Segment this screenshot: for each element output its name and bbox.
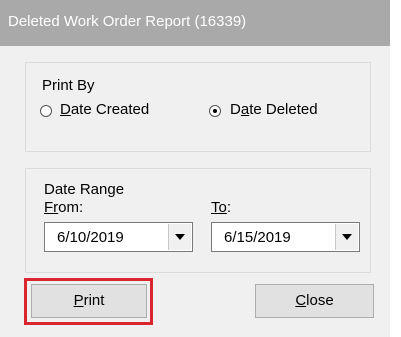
date-deleted-rest: te Deleted <box>249 101 318 118</box>
date-deleted-label[interactable]: Date Deleted <box>230 101 318 118</box>
to-rest: : <box>226 199 232 216</box>
dialog-body: Print By Date Created Date Deleted Date … <box>0 46 390 337</box>
to-accel-t: T <box>211 199 219 216</box>
close-rest: lose <box>306 292 334 309</box>
date-deleted-first: D <box>230 101 241 118</box>
date-created-accel: D <box>60 101 71 118</box>
to-date-value: 6/15/2019 <box>224 229 291 246</box>
from-accel-f: F <box>44 199 54 216</box>
date-deleted-radio[interactable] <box>209 105 221 117</box>
close-accel: C <box>295 292 307 309</box>
print-button[interactable]: Print <box>31 284 147 318</box>
print-rest: rint <box>83 292 105 309</box>
print-by-group: Print By Date Created Date Deleted <box>25 62 371 152</box>
date-created-radio[interactable] <box>40 105 52 117</box>
from-label: From: <box>44 199 83 216</box>
date-created-rest: ate Created <box>70 101 150 118</box>
date-created-label[interactable]: Date Created <box>60 101 149 118</box>
date-deleted-accel: a <box>240 101 250 118</box>
window-title: Deleted Work Order Report (16339) <box>8 13 247 30</box>
from-rest: om: <box>58 199 84 216</box>
to-date-select[interactable]: 6/15/2019 <box>211 222 360 252</box>
date-range-heading: Date Range <box>44 181 125 198</box>
to-dropdown-arrow-icon[interactable] <box>335 224 358 250</box>
close-button[interactable]: Close <box>255 284 374 318</box>
report-dialog: Deleted Work Order Report (16339) Print … <box>0 0 390 337</box>
to-accel-o: o <box>218 199 227 216</box>
date-range-group: Date Range From: To: 6/10/2019 6/15/2019 <box>25 168 371 273</box>
print-accel: P <box>73 292 84 309</box>
from-dropdown-arrow-icon[interactable] <box>168 224 191 250</box>
from-date-value: 6/10/2019 <box>57 229 124 246</box>
print-by-heading: Print By <box>42 77 95 94</box>
to-label: To: <box>211 199 231 216</box>
radio-selected-dot <box>213 109 217 113</box>
title-bar[interactable]: Deleted Work Order Report (16339) <box>0 0 390 46</box>
from-date-select[interactable]: 6/10/2019 <box>44 222 193 252</box>
